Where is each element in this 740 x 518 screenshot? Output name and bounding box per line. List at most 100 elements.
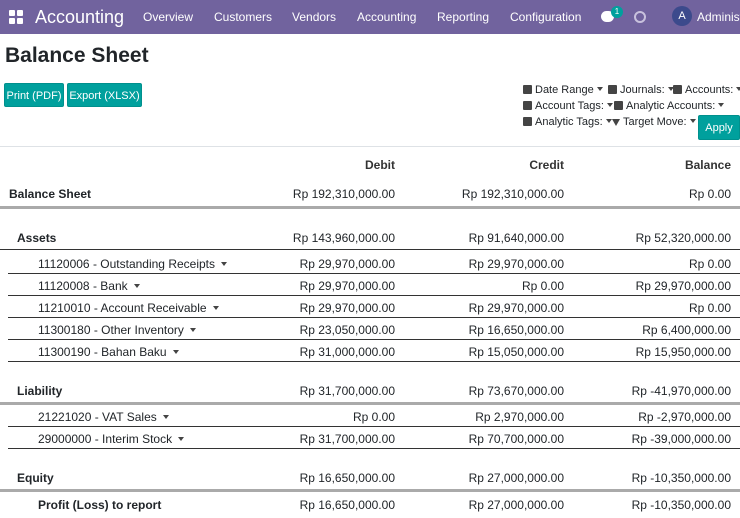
row-credit: Rp 27,000,000.00 [468, 471, 564, 485]
chevron-down-icon [736, 87, 740, 91]
filter-analytic-accounts-label: Analytic Accounts: [626, 100, 716, 112]
filter-account-tags[interactable]: Account Tags: [523, 100, 613, 112]
user-name[interactable]: Administ [697, 10, 740, 24]
chevron-down-icon[interactable] [189, 328, 196, 332]
filter-analytic-tags[interactable]: Analytic Tags: [523, 116, 612, 128]
row-credit: Rp 15,050,000.00 [468, 345, 564, 359]
filter-target-move[interactable]: Target Move: [612, 116, 696, 128]
chevron-down-icon [606, 103, 613, 107]
activity-clock-icon[interactable] [634, 11, 646, 23]
row-debit: Rp 0.00 [352, 410, 395, 424]
apply-button[interactable]: Apply [698, 115, 740, 140]
row-balance: Rp -41,970,000.00 [631, 384, 731, 398]
row-label[interactable]: 29000000 - Interim Stock [38, 432, 185, 446]
filter-accounts[interactable]: Accounts: [673, 84, 740, 96]
filter-journals[interactable]: Journals: [608, 84, 674, 96]
row-balance: Rp 52,320,000.00 [635, 231, 731, 245]
menu-configuration[interactable]: Configuration [510, 10, 581, 24]
user-avatar[interactable]: A [672, 6, 692, 26]
page-title: Balance Sheet [5, 44, 149, 67]
app-name[interactable]: Accounting [35, 7, 124, 28]
print-pdf-button[interactable]: Print (PDF) [4, 83, 64, 107]
menu-reporting[interactable]: Reporting [437, 10, 489, 24]
control-panel-divider [0, 146, 740, 147]
filter-accounts-label: Accounts: [685, 84, 734, 96]
row-label: Balance Sheet [9, 187, 92, 201]
row-credit: Rp 27,000,000.00 [468, 498, 564, 512]
chevron-down-icon[interactable] [178, 437, 185, 441]
row-credit: Rp 0.00 [521, 279, 564, 293]
filter-date-range[interactable]: Date Range [523, 84, 603, 96]
header-debit: Debit [365, 158, 395, 172]
row-debit: Rp 29,970,000.00 [299, 279, 395, 293]
row-divider [8, 448, 740, 449]
row-label: Liability [17, 384, 63, 398]
row-balance: Rp 0.00 [688, 187, 731, 201]
row-debit: Rp 16,650,000.00 [299, 471, 395, 485]
row-credit: Rp 16,650,000.00 [468, 323, 564, 337]
row-credit: Rp 91,640,000.00 [468, 231, 564, 245]
row-divider [0, 489, 740, 492]
row-label: Equity [17, 471, 54, 485]
row-divider [0, 402, 740, 405]
menu-vendors[interactable]: Vendors [292, 10, 336, 24]
row-label[interactable]: 11300180 - Other Inventory [38, 323, 196, 337]
row-credit: Rp 29,970,000.00 [468, 257, 564, 271]
row-label: Assets [17, 231, 57, 245]
row-balance: Rp 6,400,000.00 [642, 323, 731, 337]
menu-overview[interactable]: Overview [143, 10, 193, 24]
book-icon [523, 101, 532, 110]
chevron-down-icon[interactable] [162, 415, 169, 419]
chevron-down-icon[interactable] [212, 306, 219, 310]
row-balance: Rp -2,970,000.00 [638, 410, 731, 424]
row-balance: Rp -10,350,000.00 [631, 498, 731, 512]
menu-accounting[interactable]: Accounting [357, 10, 416, 24]
chevron-down-icon[interactable] [172, 350, 179, 354]
row-divider [8, 295, 740, 296]
filter-analytic-tags-label: Analytic Tags: [535, 116, 603, 128]
row-balance: Rp -39,000,000.00 [631, 432, 731, 446]
row-credit: Rp 73,670,000.00 [468, 384, 564, 398]
row-balance: Rp -10,350,000.00 [631, 471, 731, 485]
filter-date-range-label: Date Range [535, 84, 594, 96]
filter-target-move-label: Target Move: [623, 116, 687, 128]
row-debit: Rp 31,700,000.00 [299, 432, 395, 446]
filter-analytic-accounts[interactable]: Analytic Accounts: [614, 100, 725, 112]
row-credit: Rp 192,310,000.00 [461, 187, 564, 201]
row-label[interactable]: 11300190 - Bahan Baku [38, 345, 179, 359]
row-divider [0, 206, 740, 209]
book-icon [673, 85, 682, 94]
export-xlsx-button[interactable]: Export (XLSX) [67, 83, 142, 107]
row-label[interactable]: 11120008 - Bank [38, 279, 140, 293]
row-balance: Rp 0.00 [688, 301, 731, 315]
chevron-down-icon[interactable] [133, 284, 140, 288]
header-credit: Credit [529, 158, 564, 172]
row-label[interactable]: 21221020 - VAT Sales [38, 410, 169, 424]
row-debit: Rp 23,050,000.00 [299, 323, 395, 337]
row-balance: Rp 29,970,000.00 [635, 279, 731, 293]
menu-customers[interactable]: Customers [214, 10, 272, 24]
row-label[interactable]: 11120006 - Outstanding Receipts [38, 257, 228, 271]
row-debit: Rp 31,000,000.00 [299, 345, 395, 359]
chat-count-badge: 1 [611, 6, 623, 18]
chevron-down-icon [605, 119, 612, 123]
chevron-down-icon [689, 119, 696, 123]
header-balance: Balance [684, 158, 731, 172]
row-credit: Rp 2,970,000.00 [475, 410, 564, 424]
book-icon [614, 101, 623, 110]
filter-account-tags-label: Account Tags: [535, 100, 604, 112]
row-balance: Rp 15,950,000.00 [635, 345, 731, 359]
row-divider [8, 426, 740, 427]
row-debit: Rp 29,970,000.00 [299, 257, 395, 271]
row-label[interactable]: 11210010 - Account Receivable [38, 301, 219, 315]
top-navbar: Accounting Overview Customers Vendors Ac… [0, 0, 740, 34]
apps-grid-icon[interactable] [9, 10, 23, 24]
chevron-down-icon[interactable] [221, 262, 228, 266]
row-divider [8, 273, 740, 274]
row-debit: Rp 16,650,000.00 [299, 498, 395, 512]
row-debit: Rp 192,310,000.00 [292, 187, 395, 201]
chevron-down-icon [596, 87, 603, 91]
book-icon [608, 85, 617, 94]
row-debit: Rp 31,700,000.00 [299, 384, 395, 398]
calendar-icon [523, 85, 532, 94]
